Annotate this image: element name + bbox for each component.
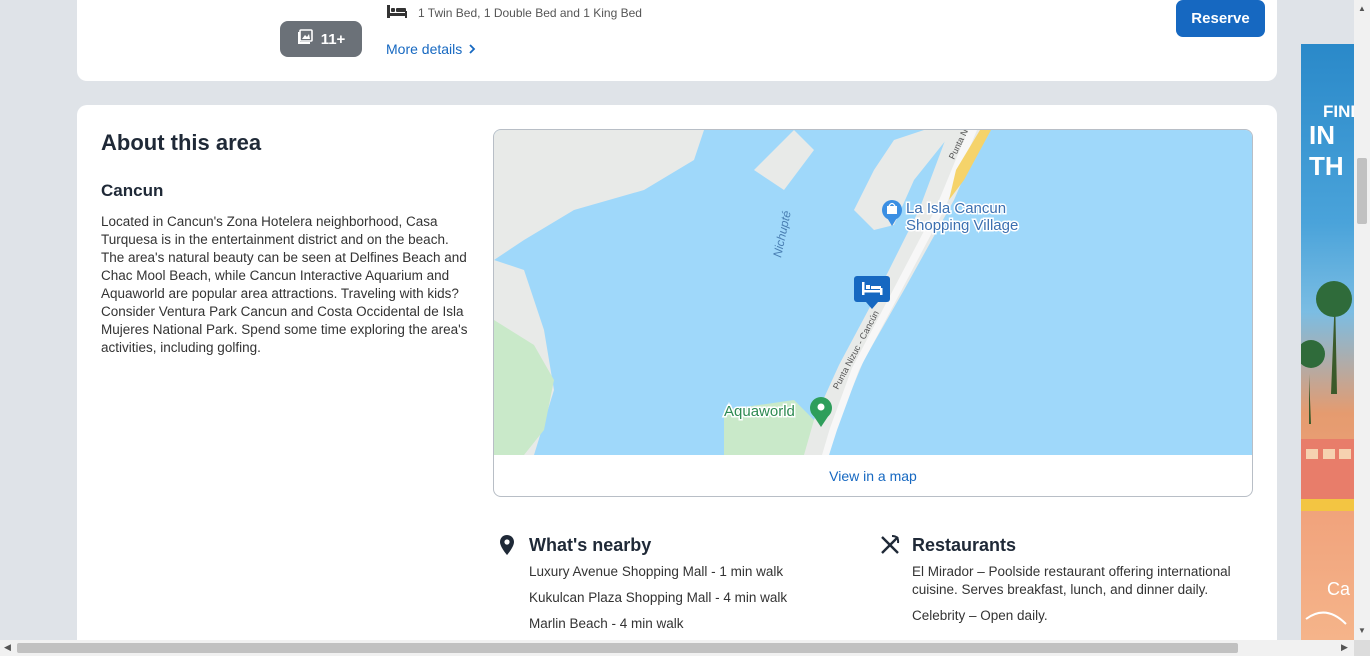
map-preview[interactable]: Nichupté Punta Nizuc - Cancún Punta N La… bbox=[494, 130, 1252, 455]
ad-headline-1: FIND bbox=[1323, 102, 1356, 121]
room-card: 11+ 1 Twin Bed, 1 Double Bed and 1 King … bbox=[77, 0, 1277, 81]
more-details-link[interactable]: More details bbox=[386, 41, 476, 57]
fork-knife-icon bbox=[880, 534, 900, 556]
scroll-left-icon[interactable]: ◀ bbox=[4, 642, 11, 653]
bed-icon bbox=[386, 3, 408, 22]
ad-headline-2: IN TH bbox=[1309, 120, 1344, 181]
bed-info: 1 Twin Bed, 1 Double Bed and 1 King Bed bbox=[386, 3, 642, 22]
nearby-title: What's nearby bbox=[529, 534, 652, 555]
restaurants-section: Restaurants El Mirador – Poolside restau… bbox=[880, 533, 1260, 633]
scroll-down-icon[interactable]: ▼ bbox=[1358, 626, 1366, 635]
nearby-item: Marlin Beach - 4 min walk bbox=[529, 616, 684, 631]
bed-description: 1 Twin Bed, 1 Double Bed and 1 King Bed bbox=[418, 5, 642, 20]
more-details-label: More details bbox=[386, 41, 463, 57]
city-name: Cancun bbox=[101, 181, 164, 200]
photo-count: 11+ bbox=[320, 30, 346, 48]
vertical-scrollbar[interactable]: ▲ ▼ bbox=[1354, 0, 1370, 640]
gallery-icon bbox=[297, 29, 313, 49]
map-card[interactable]: Nichupté Punta Nizuc - Cancún Punta N La… bbox=[493, 129, 1253, 497]
nearby-section: What's nearby Luxury Avenue Shopping Mal… bbox=[497, 533, 857, 641]
horizontal-scrollbar[interactable]: ◀ ▶ bbox=[0, 640, 1354, 656]
scrollbar-corner bbox=[1354, 640, 1370, 656]
aquaworld-label: Aquaworld bbox=[724, 403, 795, 420]
restaurant-item: El Mirador – Poolside restaurant offerin… bbox=[912, 564, 1231, 597]
horizontal-scroll-thumb[interactable] bbox=[17, 643, 1238, 653]
restaurants-title: Restaurants bbox=[912, 534, 1017, 555]
restaurant-item: Celebrity – Open daily. bbox=[912, 608, 1048, 623]
vertical-scroll-thumb[interactable] bbox=[1357, 158, 1367, 224]
mall-label-line1: La Isla Cancun bbox=[906, 200, 1006, 217]
advertisement-banner[interactable]: FIND IN TH Ca bbox=[1301, 44, 1356, 640]
nearby-item: Kukulcan Plaza Shopping Mall - 4 min wal… bbox=[529, 590, 788, 605]
view-map-link[interactable]: View in a map bbox=[494, 455, 1252, 496]
photo-gallery-button[interactable]: 11+ bbox=[280, 21, 362, 57]
ad-footer-text: Ca bbox=[1327, 579, 1351, 599]
scroll-up-icon[interactable]: ▲ bbox=[1358, 4, 1366, 13]
area-description: Located in Cancun's Zona Hotelera neighb… bbox=[101, 214, 468, 355]
chevron-right-icon bbox=[468, 41, 476, 57]
section-title: About this area bbox=[101, 130, 262, 155]
nearby-item: Luxury Avenue Shopping Mall - 1 min walk bbox=[529, 564, 784, 579]
reserve-button[interactable]: Reserve bbox=[1176, 0, 1265, 37]
mall-label-line2: Shopping Village bbox=[906, 217, 1018, 234]
about-area-card: About this area Cancun Located in Cancun… bbox=[77, 105, 1277, 656]
location-pin-icon bbox=[497, 534, 517, 556]
scroll-right-icon[interactable]: ▶ bbox=[1341, 642, 1348, 653]
